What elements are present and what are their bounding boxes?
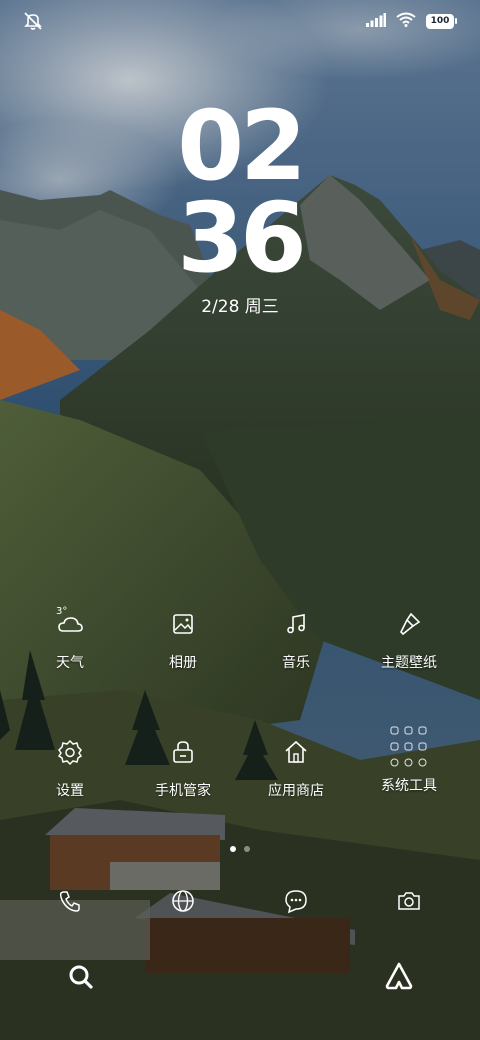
wifi-icon — [396, 12, 416, 31]
app-label: 系统工具 — [381, 778, 437, 794]
app-system-tools[interactable]: 系统工具 — [349, 723, 469, 795]
app-label: 音乐 — [282, 655, 310, 671]
gallery-icon — [169, 610, 197, 638]
app-gallery[interactable]: 相册 — [123, 610, 243, 672]
store-icon — [282, 738, 310, 766]
app-label: 设置 — [56, 783, 84, 799]
app-label: 相册 — [169, 655, 197, 671]
lock-icon — [169, 738, 197, 766]
assistant-button[interactable] — [384, 961, 414, 991]
page-indicator[interactable] — [0, 846, 480, 852]
browser-icon — [172, 890, 194, 912]
signal-icon — [366, 12, 386, 31]
app-music[interactable]: 音乐 — [236, 610, 356, 672]
date-text: 2/28 周三 — [201, 297, 279, 317]
clock-hours: 02 — [177, 90, 307, 202]
app-weather[interactable]: 3° 天气 — [10, 606, 130, 672]
app-label: 应用商店 — [268, 783, 324, 799]
status-bar: 100 — [0, 0, 480, 40]
search-button[interactable] — [66, 962, 96, 992]
gear-icon — [56, 738, 84, 766]
dock-messages[interactable] — [236, 888, 356, 918]
app-phone-manager[interactable]: 手机管家 — [123, 738, 243, 800]
lock-clock[interactable]: 02 36 — [0, 90, 480, 294]
weather-temp: 3° — [56, 606, 68, 617]
app-label: 手机管家 — [155, 783, 211, 799]
phone-icon — [59, 891, 80, 912]
app-theme[interactable]: 主题壁纸 — [349, 610, 469, 672]
mute-icon — [22, 10, 44, 32]
battery-icon: 100 — [426, 13, 457, 29]
app-store[interactable]: 应用商店 — [236, 738, 356, 800]
theme-icon — [395, 610, 423, 638]
music-icon — [282, 610, 310, 638]
page-dot-active — [230, 846, 236, 852]
app-label: 主题壁纸 — [381, 655, 437, 671]
app-settings[interactable]: 设置 — [10, 738, 130, 800]
messages-icon — [285, 890, 307, 914]
app-label: 天气 — [56, 655, 84, 671]
dock-browser[interactable] — [123, 888, 243, 918]
folder-icon — [385, 723, 433, 771]
assistant-icon — [385, 962, 413, 990]
camera-icon — [398, 892, 420, 910]
dock-phone[interactable] — [10, 888, 130, 918]
search-icon — [69, 965, 93, 989]
clock-minutes: 36 — [177, 182, 307, 294]
dock-camera[interactable] — [349, 888, 469, 918]
page-dot — [244, 846, 250, 852]
